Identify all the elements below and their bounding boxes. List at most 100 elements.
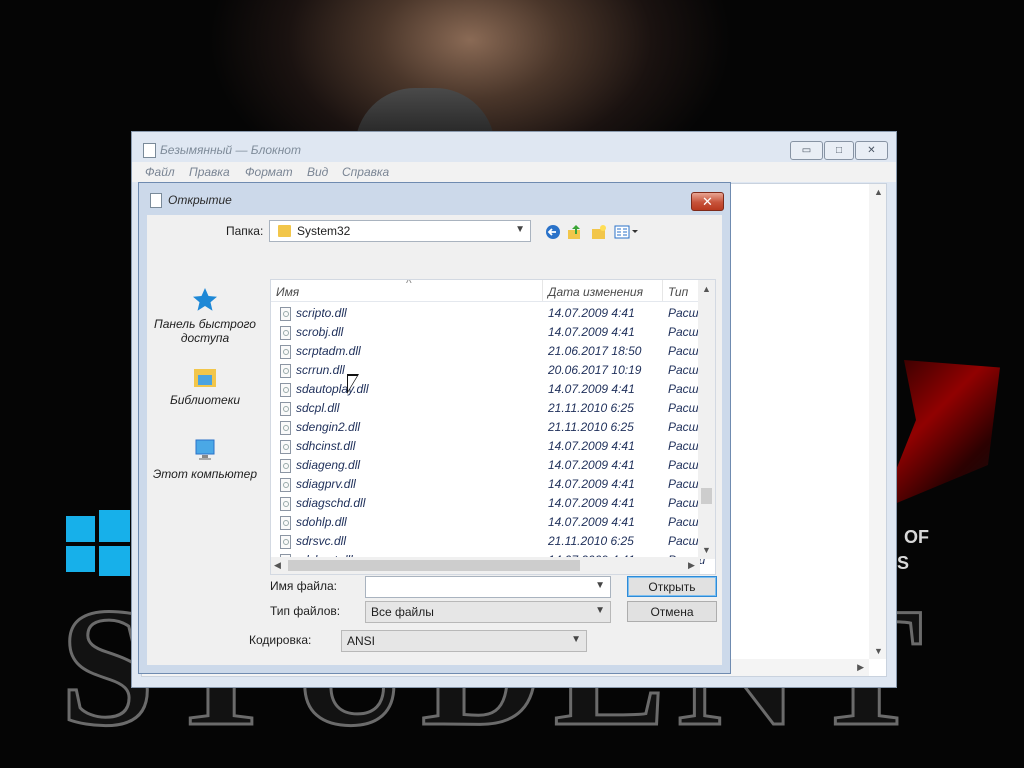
dialog-icon	[150, 193, 162, 208]
scroll-down-icon[interactable]: ▼	[874, 646, 883, 656]
chevron-down-icon: ▼	[595, 580, 605, 591]
file-date: 21.11.2010 6:25	[548, 401, 634, 415]
file-date: 14.07.2009 4:41	[548, 439, 635, 453]
dll-file-icon	[280, 497, 291, 511]
filetype-value: Все файлы	[371, 605, 434, 619]
place-quick-access[interactable]: Панель быстрого доступа	[147, 287, 263, 345]
scroll-down-icon[interactable]: ▼	[702, 545, 711, 555]
dll-file-icon	[280, 459, 291, 473]
place-libraries[interactable]: Библиотеки	[147, 363, 263, 407]
file-list-horizontal-scrollbar[interactable]: ◀ ▶	[271, 557, 700, 574]
table-row[interactable]: scrrun.dll 20.06.2017 10:19 Расши	[271, 361, 705, 380]
open-button[interactable]: Открыть	[627, 576, 717, 597]
menu-format[interactable]: Формат	[245, 165, 293, 179]
file-date: 21.11.2010 6:25	[548, 420, 634, 434]
dll-file-icon	[280, 440, 291, 454]
column-type[interactable]: Тип	[668, 285, 688, 299]
file-date: 14.07.2009 4:41	[548, 477, 635, 491]
file-date: 20.06.2017 10:19	[548, 363, 642, 377]
file-date: 14.07.2009 4:41	[548, 325, 635, 339]
column-name[interactable]: Имя	[276, 285, 299, 299]
notepad-menubar: Файл Правка Формат Вид Справка	[132, 162, 896, 182]
scroll-right-icon[interactable]: ▶	[688, 560, 695, 571]
chevron-down-icon: ▼	[595, 605, 605, 616]
table-row[interactable]: sdengin2.dll 21.11.2010 6:25 Расши	[271, 418, 705, 437]
notepad-vertical-scrollbar[interactable]: ▲ ▼	[869, 184, 886, 659]
scroll-up-icon[interactable]: ▲	[702, 284, 711, 294]
notepad-titlebar: Безымянный — Блокнот ▭ □ ✕	[132, 132, 896, 162]
dll-file-icon	[280, 516, 291, 530]
scroll-left-icon[interactable]: ◀	[274, 560, 281, 571]
folder-select[interactable]: System32 ▼	[269, 220, 531, 242]
scroll-right-icon[interactable]: ▶	[857, 662, 864, 673]
rog-logo	[880, 360, 1000, 510]
file-name: sdiagschd.dll	[296, 496, 366, 510]
encoding-value: ANSI	[347, 634, 376, 648]
encoding-label: Кодировка:	[249, 633, 312, 647]
table-row[interactable]: sdiagschd.dll 14.07.2009 4:41 Расши	[271, 494, 705, 513]
open-dialog: Открытие ✕ Папка: System32 ▼ Панель быст…	[138, 182, 731, 674]
column-date[interactable]: Дата изменения	[548, 285, 643, 299]
notepad-title: Безымянный — Блокнот	[160, 143, 301, 157]
notepad-icon	[143, 143, 156, 158]
scroll-up-icon[interactable]: ▲	[874, 187, 883, 197]
windows-logo-icon	[66, 510, 130, 576]
dialog-title: Открытие	[168, 193, 232, 207]
dialog-close-button[interactable]: ✕	[691, 192, 724, 211]
place-libraries-label: Библиотеки	[169, 393, 241, 407]
dialog-body: Папка: System32 ▼ Панель быстрого доступ…	[147, 215, 722, 665]
file-date: 14.07.2009 4:41	[548, 306, 635, 320]
table-row[interactable]: sdautoplay.dll 14.07.2009 4:41 Расши	[271, 380, 705, 399]
file-date: 14.07.2009 4:41	[548, 515, 635, 529]
file-date: 21.11.2010 6:25	[548, 534, 634, 548]
table-row[interactable]: sdhcinst.dll 14.07.2009 4:41 Расши	[271, 437, 705, 456]
file-name: sdohlp.dll	[296, 515, 347, 529]
encoding-select[interactable]: ANSI ▼	[341, 630, 587, 652]
minimize-button[interactable]: ▭	[790, 141, 823, 160]
file-list-vertical-scrollbar[interactable]: ▲ ▼	[698, 280, 715, 559]
filetype-select[interactable]: Все файлы ▼	[365, 601, 611, 623]
table-row[interactable]: scrptadm.dll 21.06.2017 18:50 Расши	[271, 342, 705, 361]
wallpaper-text-of: OF	[904, 527, 929, 547]
folder-label: Папка:	[226, 224, 264, 238]
menu-file[interactable]: Файл	[145, 165, 175, 179]
mouse-cursor-icon	[347, 374, 359, 394]
menu-view[interactable]: Вид	[307, 165, 328, 179]
file-name: sdiagprv.dll	[296, 477, 356, 491]
filename-input[interactable]: ▼	[365, 576, 611, 598]
dll-file-icon	[280, 364, 291, 378]
table-row[interactable]: sdiageng.dll 14.07.2009 4:41 Расши	[271, 456, 705, 475]
back-icon[interactable]	[545, 224, 561, 240]
filetype-label: Тип файлов:	[270, 604, 341, 618]
file-date: 14.07.2009 4:41	[548, 496, 635, 510]
dll-file-icon	[280, 345, 291, 359]
menu-help[interactable]: Справка	[342, 165, 389, 179]
table-row[interactable]: sdiagprv.dll 14.07.2009 4:41 Расши	[271, 475, 705, 494]
view-menu-icon[interactable]	[614, 224, 640, 240]
place-this-pc[interactable]: Этот компьютер	[147, 437, 263, 481]
close-button[interactable]: ✕	[855, 141, 888, 160]
horizontal-scroll-thumb[interactable]	[288, 560, 580, 571]
file-date: 14.07.2009 4:41	[548, 382, 635, 396]
sort-arrow-icon: ^	[406, 279, 412, 290]
table-row[interactable]: sdohlp.dll 14.07.2009 4:41 Расши	[271, 513, 705, 532]
table-row[interactable]: scrobj.dll 14.07.2009 4:41 Расши	[271, 323, 705, 342]
table-row[interactable]: scripto.dll 14.07.2009 4:41 Расши	[271, 304, 705, 323]
dll-file-icon	[280, 478, 291, 492]
maximize-button[interactable]: □	[824, 141, 854, 160]
file-name: scrptadm.dll	[296, 344, 361, 358]
vertical-scroll-thumb[interactable]	[701, 488, 712, 504]
chevron-down-icon: ▼	[515, 224, 525, 235]
file-name: sdrsvc.dll	[296, 534, 347, 548]
dll-file-icon	[280, 535, 291, 549]
new-folder-icon[interactable]	[591, 224, 607, 240]
cancel-button[interactable]: Отмена	[627, 601, 717, 622]
computer-icon	[195, 439, 215, 460]
libraries-icon	[194, 369, 216, 387]
file-list[interactable]: Имя ^ Дата изменения Тип scripto.dll 14.0…	[270, 279, 716, 575]
up-folder-icon[interactable]	[567, 224, 583, 240]
menu-edit[interactable]: Правка	[189, 165, 230, 179]
table-row[interactable]: sdcpl.dll 21.11.2010 6:25 Расши	[271, 399, 705, 418]
table-row[interactable]: sdrsvc.dll 21.11.2010 6:25 Расши	[271, 532, 705, 551]
file-name: scrobj.dll	[296, 325, 344, 339]
